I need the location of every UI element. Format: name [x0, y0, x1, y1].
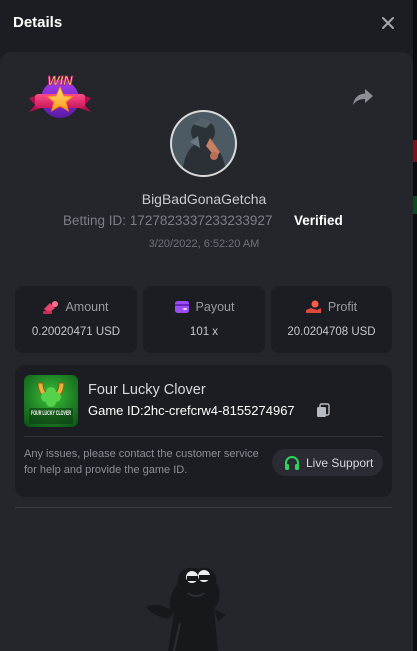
- win-badge-icon: WIN: [29, 73, 91, 118]
- close-button[interactable]: [378, 13, 398, 33]
- game-name: Four Lucky Clover: [88, 382, 206, 398]
- coins-icon: [43, 301, 59, 314]
- close-icon: [382, 17, 394, 29]
- support-notice: Any issues, please contact the customer …: [24, 448, 259, 476]
- panel-title: Details: [13, 14, 63, 31]
- headset-icon: [285, 455, 299, 470]
- profit-tile: Profit 20.0204708 USD: [271, 286, 392, 353]
- amount-label: Amount: [65, 300, 109, 314]
- game-thumb-text: FOUR LUCKY CLOVER: [31, 410, 71, 417]
- live-support-button[interactable]: Live Support: [272, 449, 383, 476]
- profit-label: Profit: [327, 300, 358, 314]
- amount-value: 0.20020471 USD: [31, 326, 121, 338]
- game-box-divider: [24, 436, 383, 437]
- details-panel: Details WIN BigBadGonaGetcha Betting ID:…: [0, 0, 413, 651]
- game-id-value: 2hc-crefcrw4-8155274967: [143, 403, 295, 418]
- betting-id-label: Betting ID:: [63, 213, 127, 228]
- game-info-box: FOUR LUCKY CLOVER Four Lucky Clover Game…: [15, 365, 392, 497]
- wallet-icon: [174, 301, 189, 313]
- clover-game-icon: FOUR LUCKY CLOVER: [24, 375, 78, 427]
- betting-id-value: 1727823337233233927: [129, 213, 273, 228]
- profit-value: 20.0204708 USD: [287, 326, 376, 338]
- background-edge: [413, 0, 417, 651]
- share-icon: [353, 89, 373, 105]
- live-support-label: Live Support: [306, 456, 374, 470]
- game-id-label: Game ID:: [88, 403, 144, 418]
- payout-tile: Payout 101 x: [143, 286, 265, 353]
- header: Details: [0, 0, 413, 46]
- mascot-dinosaur-icon: [146, 567, 226, 651]
- game-id-row: Game ID:2hc-crefcrw4-8155274967: [88, 403, 295, 418]
- betting-id-row: Betting ID: 1727823337233233927: [63, 213, 272, 228]
- copy-game-id-button[interactable]: [316, 403, 330, 418]
- amount-tile: Amount 0.20020471 USD: [15, 286, 137, 353]
- avatar-image: [172, 112, 235, 175]
- payout-label: Payout: [195, 300, 235, 314]
- payout-value: 101 x: [189, 326, 219, 338]
- avatar: [170, 110, 237, 177]
- game-thumbnail[interactable]: FOUR LUCKY CLOVER: [24, 375, 78, 427]
- share-button[interactable]: [351, 86, 375, 108]
- verified-badge: Verified: [294, 213, 343, 228]
- copy-icon: [317, 403, 330, 417]
- section-divider: [15, 507, 392, 508]
- bet-datetime: 3/20/2022, 6:52:20 AM: [148, 238, 260, 250]
- win-badge-text: WIN: [47, 73, 73, 88]
- profit-icon: [305, 300, 321, 313]
- player-username: BigBadGonaGetcha: [141, 191, 267, 207]
